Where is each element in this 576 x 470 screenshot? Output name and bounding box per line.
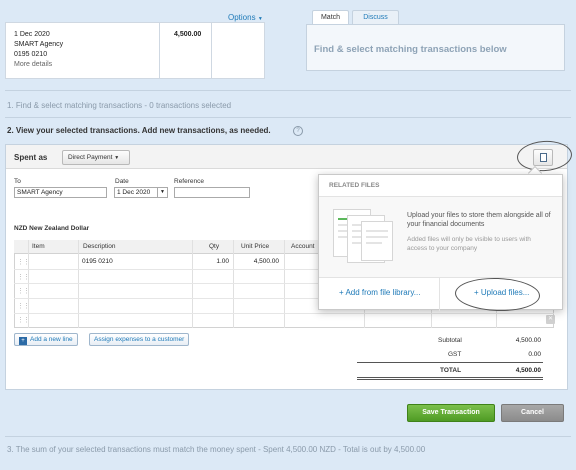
add-new-line-label: Add a new line [30,336,73,343]
document-line [366,236,388,238]
help-icon[interactable]: ? [293,126,303,136]
date-value: 1 Dec 2020 [117,189,151,196]
step1-heading[interactable]: 1. Find & select matching transactions -… [7,101,231,110]
more-details-link[interactable]: More details [14,61,52,68]
cancel-button[interactable]: Cancel [501,404,564,422]
options-dropdown[interactable]: Options ▼ [228,13,263,22]
statement-line-card: 1 Dec 2020 SMART Agency 0195 0210 More d… [5,22,265,79]
add-from-file-library-link[interactable]: + Add from file library... [339,288,420,297]
related-files-description: Upload your files to store them alongsid… [407,212,551,228]
header-qty: Qty [209,243,220,250]
drag-handle-icon[interactable]: ⋮⋮ [17,316,30,324]
related-files-note: Added files will only be visible to user… [407,236,531,252]
row1-description[interactable]: 0195 0210 [82,258,113,265]
row1-unit-price[interactable]: 4,500.00 [237,258,279,265]
tab-match[interactable]: Match [312,10,349,25]
calendar-dropdown-icon[interactable]: ▼ [157,188,167,197]
column-divider [284,240,285,328]
drag-handle-icon[interactable]: ⋮⋮ [17,302,30,310]
statement-date: 1 Dec 2020 [14,31,50,38]
header-account: Account [291,243,315,250]
caret-down-icon: ▼ [114,155,120,161]
column-divider [192,240,193,328]
find-match-text: Find & select matching transactions belo… [314,44,507,55]
currency-label: NZD New Zealand Dollar [14,225,90,232]
find-match-panel: Find & select matching transactions belo… [306,24,565,71]
drag-handle-icon[interactable]: ⋮⋮ [17,273,30,281]
column-divider [78,240,79,328]
to-input[interactable]: SMART Agency [14,187,107,198]
document-illustration-icon [361,221,393,261]
drag-handle-icon[interactable]: ⋮⋮ [17,258,30,266]
statement-reference: 0195 0210 [14,51,48,58]
step3-heading: 3. The sum of your selected transactions… [7,445,426,454]
total-label: TOTAL [440,367,462,374]
header-unit-price: Unit Price [241,243,270,250]
payment-type-value: Direct Payment [68,154,113,161]
row1-qty[interactable]: 1.00 [210,258,229,265]
document-line [366,242,382,244]
total-value: 4,500.00 [515,367,541,374]
totals-divider [357,379,543,380]
gst-value: 0.00 [528,351,541,358]
drag-handle-icon[interactable]: ⋮⋮ [17,287,30,295]
spent-as-label: Spent as [14,153,48,162]
delete-row-icon[interactable]: ✕ [546,315,555,324]
totals-divider [357,362,543,363]
caret-down-icon: ▼ [257,16,263,22]
divider [5,436,571,437]
column-divider [159,23,160,78]
to-label: To [14,178,21,185]
subtotal-value: 4,500.00 [515,337,541,344]
gst-label: GST [448,351,462,358]
document-line [366,230,388,232]
subtotal-label: Subtotal [438,337,462,344]
options-label: Options [228,13,256,22]
reference-input[interactable] [174,187,250,198]
divider [439,278,440,311]
divider [5,117,571,118]
totals-divider [357,377,543,378]
statement-amount: 4,500.00 [174,31,202,38]
row-divider [14,313,554,314]
date-label: Date [115,178,129,185]
assign-expenses-button[interactable]: Assign expenses to a customer [89,333,190,346]
add-new-line-button[interactable]: + Add a new line [14,333,78,346]
header-description: Description [83,243,116,250]
statement-payee: SMART Agency [14,41,64,48]
step2-heading: 2. View your selected transactions. Add … [7,126,271,135]
tab-discuss[interactable]: Discuss [352,10,399,25]
add-line-icon: + [19,337,27,345]
date-input[interactable]: 1 Dec 2020 ▼ [114,187,168,198]
related-files-title: RELATED FILES [329,182,380,189]
reference-label: Reference [174,178,204,185]
divider [5,90,571,91]
column-divider [28,240,29,328]
payment-type-dropdown[interactable]: Direct Payment ▼ [62,150,130,165]
column-divider [211,23,212,78]
column-divider [233,240,234,328]
header-item: Item [32,243,45,250]
save-transaction-button[interactable]: Save Transaction [407,404,495,422]
